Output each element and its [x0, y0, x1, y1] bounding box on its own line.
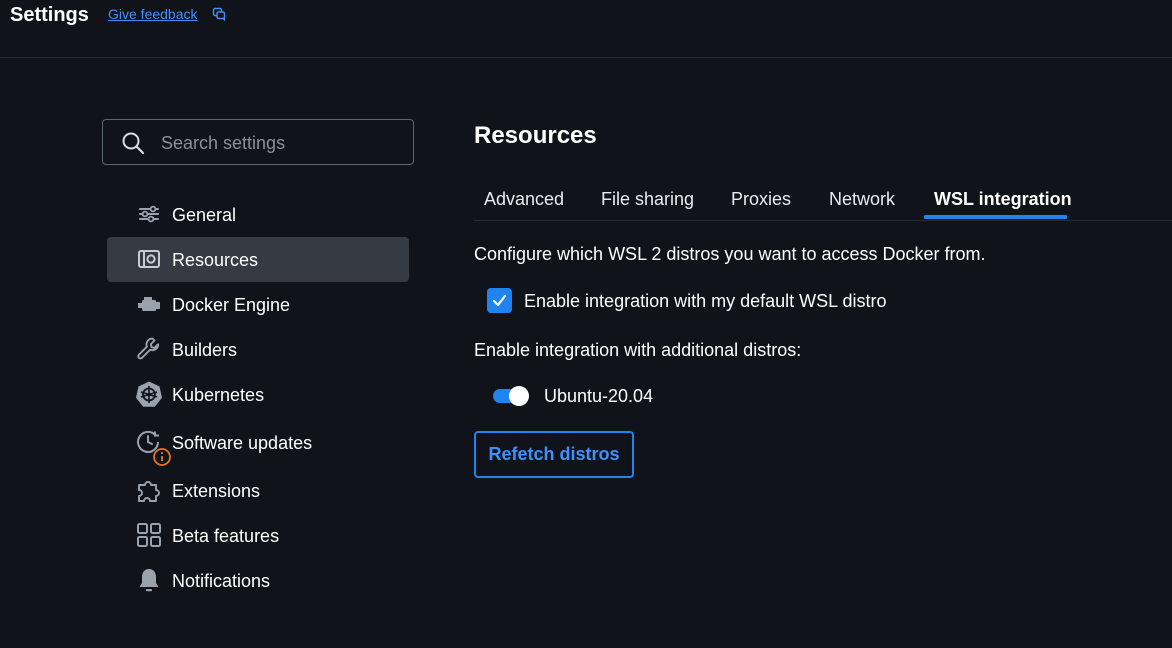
- puzzle-icon: [138, 481, 160, 502]
- sidebar-item-label: General: [172, 205, 237, 225]
- sidebar-item-docker-engine[interactable]: Docker Engine: [107, 282, 409, 327]
- sidebar-item-label: Kubernetes: [172, 385, 265, 405]
- sidebar-item-label: Notifications: [172, 571, 271, 591]
- default-distro-checkbox[interactable]: [487, 288, 512, 313]
- sidebar-item-label: Docker Engine: [172, 295, 291, 315]
- page-title: Settings: [10, 4, 89, 26]
- refetch-distros-button[interactable]: Refetch distros: [474, 431, 634, 478]
- tab-bar: Advanced File sharing Proxies Network WS…: [474, 184, 1172, 221]
- sidebar-item-label: Extensions: [172, 481, 261, 501]
- toggle-knob: [509, 386, 529, 406]
- active-tab-indicator: [924, 215, 1067, 219]
- ubuntu-distro-toggle[interactable]: [493, 386, 529, 406]
- sidebar-item-resources[interactable]: Resources: [107, 237, 409, 282]
- sidebar-item-notifications[interactable]: Notifications: [107, 558, 409, 603]
- wsl-description: Configure which WSL 2 distros you want t…: [474, 244, 986, 264]
- tab-file-sharing[interactable]: File sharing: [601, 188, 694, 210]
- search-icon: [122, 132, 145, 155]
- tab-wsl-integration[interactable]: WSL integration: [934, 188, 1072, 210]
- sidebar-item-beta-features[interactable]: Beta features: [107, 513, 409, 558]
- settings-header: Settings Give feedback: [0, 0, 1172, 58]
- sidebar-item-label: Beta features: [172, 526, 280, 546]
- sliders-icon: [139, 205, 159, 223]
- sidebar-item-builders[interactable]: Builders: [107, 327, 409, 372]
- sidebar-item-extensions[interactable]: Extensions: [107, 468, 409, 513]
- kubernetes-icon: [136, 381, 162, 407]
- sidebar-item-general[interactable]: General: [107, 192, 409, 237]
- section-title: Resources: [474, 122, 597, 149]
- feedback-chat-icon[interactable]: [212, 7, 226, 21]
- additional-distros-label: Enable integration with additional distr…: [474, 340, 802, 360]
- search-box[interactable]: [102, 119, 414, 165]
- engine-icon: [138, 297, 160, 311]
- default-distro-label: Enable integration with my default WSL d…: [524, 291, 887, 311]
- give-feedback-link[interactable]: Give feedback: [108, 6, 198, 22]
- search-input[interactable]: [159, 128, 403, 158]
- distro-name: Ubuntu-20.04: [544, 386, 654, 406]
- resources-icon: [138, 250, 160, 268]
- sidebar-item-label: Resources: [172, 250, 259, 270]
- grid-icon: [137, 523, 161, 547]
- sidebar-item-kubernetes[interactable]: Kubernetes: [107, 372, 409, 417]
- bell-icon: [139, 569, 159, 592]
- tab-proxies[interactable]: Proxies: [731, 188, 791, 210]
- checkmark-icon: [492, 294, 507, 307]
- wrench-icon: [137, 337, 160, 360]
- sidebar-item-label: Software updates: [172, 433, 313, 453]
- sidebar-item-label: Builders: [172, 340, 238, 360]
- tab-network[interactable]: Network: [829, 188, 895, 210]
- tab-advanced[interactable]: Advanced: [484, 188, 564, 210]
- sidebar-item-software-updates[interactable]: Software updates: [107, 420, 409, 466]
- info-badge-icon: [153, 448, 171, 466]
